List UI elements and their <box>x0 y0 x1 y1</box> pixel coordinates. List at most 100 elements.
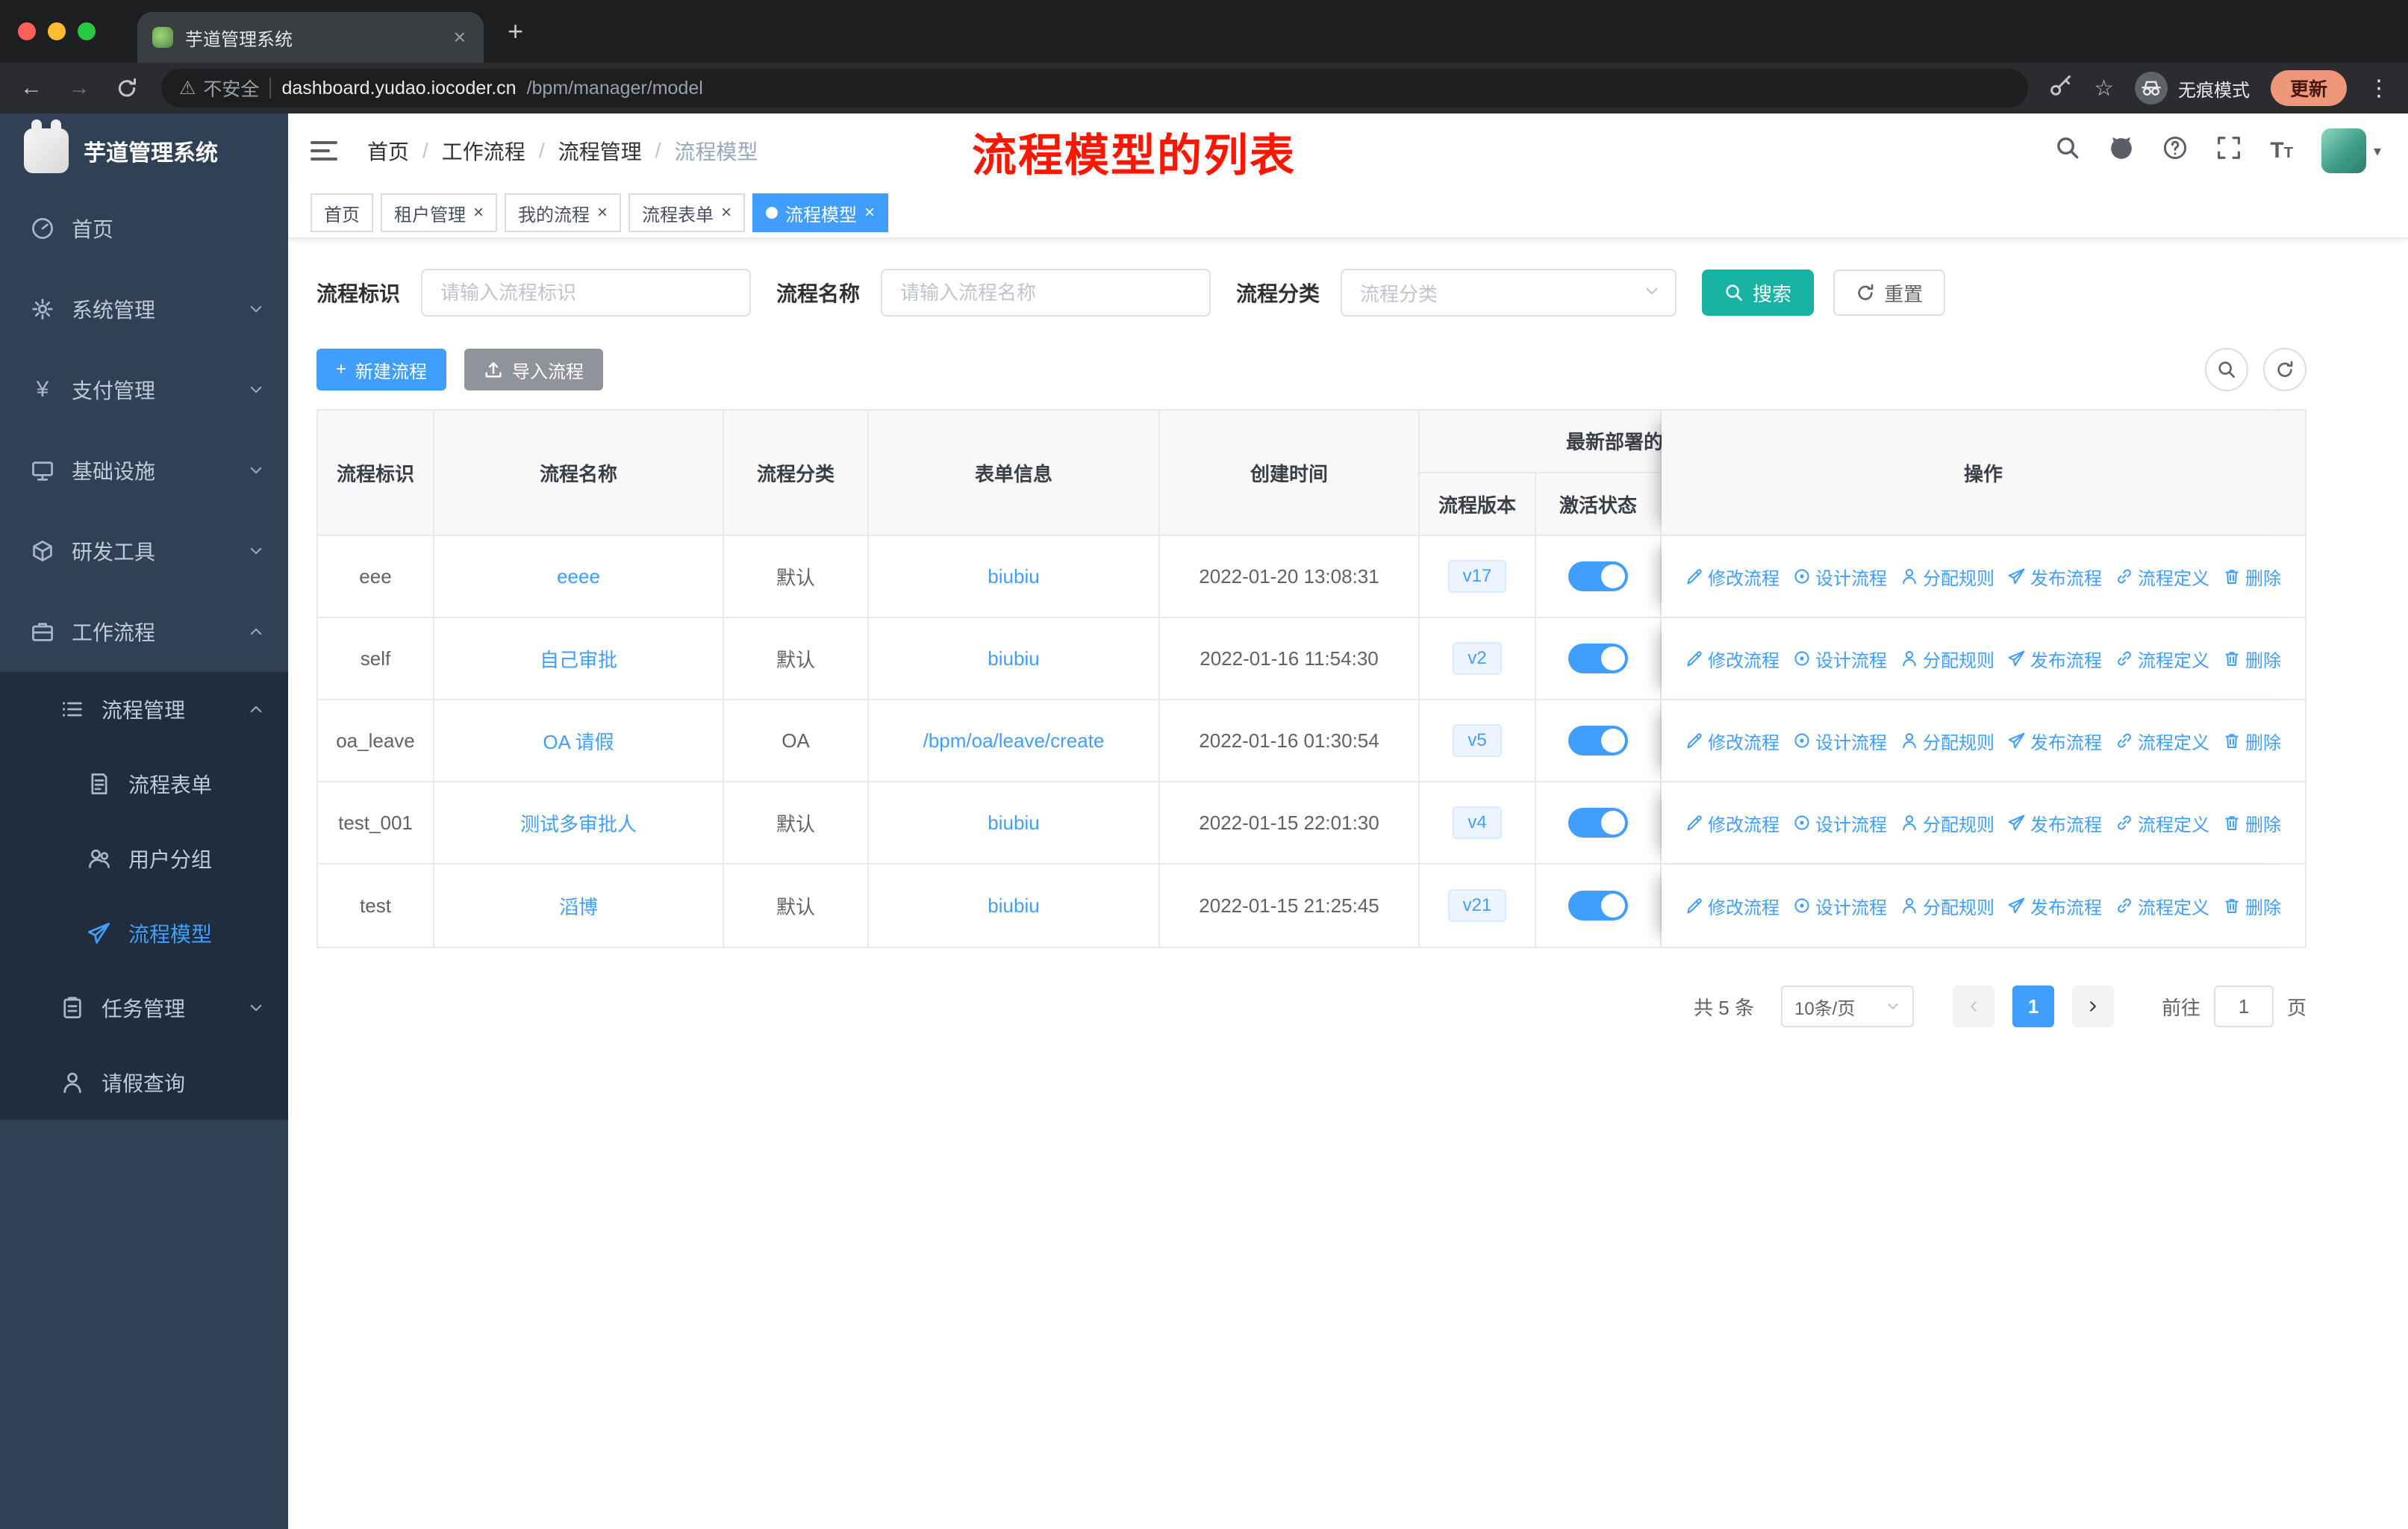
tag-home[interactable]: 首页 <box>311 193 373 232</box>
goto-page-input[interactable] <box>2213 985 2274 1027</box>
action-delete[interactable]: 删除 <box>2223 564 2281 590</box>
active-toggle[interactable] <box>1568 808 1628 838</box>
action-edit-process[interactable]: 修改流程 <box>1685 646 1780 672</box>
zoom-window-button[interactable] <box>78 22 96 40</box>
help-icon[interactable] <box>2162 135 2188 166</box>
action-design-process[interactable]: 设计流程 <box>1793 810 1887 836</box>
breadcrumb-home[interactable]: 首页 <box>367 136 409 166</box>
action-process-definition[interactable]: 流程定义 <box>2115 564 2209 590</box>
action-delete[interactable]: 删除 <box>2223 893 2281 919</box>
tag-tenant-manage[interactable]: 租户管理 × <box>381 193 498 232</box>
action-process-definition[interactable]: 流程定义 <box>2115 810 2209 836</box>
tag-process-model[interactable]: 流程模型 × <box>752 193 889 232</box>
page-size-select[interactable]: 10条/页 <box>1780 985 1914 1027</box>
action-publish-process[interactable]: 发布流程 <box>2008 810 2102 836</box>
fullscreen-icon[interactable] <box>2216 135 2242 166</box>
active-toggle[interactable] <box>1568 644 1628 673</box>
action-delete[interactable]: 删除 <box>2223 810 2281 836</box>
browser-tab[interactable]: 芋道管理系统 × <box>137 12 484 63</box>
toggle-search-button[interactable] <box>2205 348 2248 391</box>
browser-menu-icon[interactable]: ⋮ <box>2368 75 2390 102</box>
action-delete[interactable]: 删除 <box>2223 646 2281 672</box>
sidebar-item-home[interactable]: 首页 <box>0 188 288 269</box>
action-design-process[interactable]: 设计流程 <box>1793 893 1887 919</box>
action-edit-process[interactable]: 修改流程 <box>1685 893 1780 919</box>
action-process-definition[interactable]: 流程定义 <box>2115 893 2209 919</box>
category-select[interactable]: 流程分类 <box>1341 269 1677 317</box>
action-assign-rule[interactable]: 分配规则 <box>1900 564 1994 590</box>
action-publish-process[interactable]: 发布流程 <box>2008 893 2102 919</box>
form-info-link[interactable]: biubiu <box>988 565 1039 588</box>
action-design-process[interactable]: 设计流程 <box>1793 564 1887 590</box>
action-process-definition[interactable]: 流程定义 <box>2115 646 2209 672</box>
tag-process-form[interactable]: 流程表单 × <box>628 193 746 232</box>
password-key-icon[interactable] <box>2049 73 2073 103</box>
active-toggle[interactable] <box>1568 726 1628 756</box>
url-bar[interactable]: ⚠ 不安全 dashboard.yudao.iocoder.cn/bpm/man… <box>161 69 2029 108</box>
reload-button[interactable] <box>113 77 140 99</box>
minimize-window-button[interactable] <box>48 22 66 40</box>
process-name-link[interactable]: eeee <box>557 565 600 588</box>
prev-page-button[interactable] <box>1952 985 1994 1027</box>
action-assign-rule[interactable]: 分配规则 <box>1900 646 1994 672</box>
next-page-button[interactable] <box>2071 985 2114 1027</box>
action-delete[interactable]: 删除 <box>2223 728 2281 754</box>
action-assign-rule[interactable]: 分配规则 <box>1900 893 1994 919</box>
user-menu[interactable]: ▾ <box>2321 128 2381 173</box>
sidebar-item-devtools[interactable]: 研发工具 <box>0 511 288 591</box>
action-edit-process[interactable]: 修改流程 <box>1685 810 1780 836</box>
page-number-1[interactable]: 1 <box>2012 985 2054 1027</box>
action-publish-process[interactable]: 发布流程 <box>2008 564 2102 590</box>
action-assign-rule[interactable]: 分配规则 <box>1900 810 1994 836</box>
close-icon[interactable]: × <box>721 204 732 222</box>
refresh-table-button[interactable] <box>2263 348 2306 391</box>
action-assign-rule[interactable]: 分配规则 <box>1900 728 1994 754</box>
github-icon[interactable] <box>2109 135 2134 166</box>
sidebar-item-process-manage[interactable]: 流程管理 <box>0 672 288 747</box>
active-toggle[interactable] <box>1568 891 1628 921</box>
breadcrumb-process-manage[interactable]: 流程管理 <box>558 136 642 166</box>
action-publish-process[interactable]: 发布流程 <box>2008 728 2102 754</box>
form-info-link[interactable]: /bpm/oa/leave/create <box>923 729 1105 752</box>
process-name-link[interactable]: 测试多审批人 <box>520 813 637 835</box>
bookmark-star-icon[interactable]: ☆ <box>2094 75 2114 102</box>
search-icon[interactable] <box>2055 135 2080 166</box>
action-design-process[interactable]: 设计流程 <box>1793 646 1887 672</box>
process-name-link[interactable]: 自己审批 <box>540 649 617 671</box>
close-icon[interactable]: × <box>597 204 608 222</box>
back-button[interactable]: ← <box>18 75 45 101</box>
close-window-button[interactable] <box>18 22 36 40</box>
action-publish-process[interactable]: 发布流程 <box>2008 646 2102 672</box>
sidebar-item-leave-query[interactable]: 请假查询 <box>0 1045 288 1120</box>
process-id-input[interactable] <box>421 269 752 317</box>
forward-button[interactable]: → <box>66 75 93 101</box>
search-button[interactable]: 搜索 <box>1702 270 1815 316</box>
sidebar-item-user-group[interactable]: 用户分组 <box>0 821 288 896</box>
form-info-link[interactable]: biubiu <box>988 894 1039 917</box>
new-tab-button[interactable]: + <box>508 16 523 47</box>
reset-button[interactable]: 重置 <box>1833 270 1946 316</box>
sidebar-item-infrastructure[interactable]: 基础设施 <box>0 430 288 511</box>
form-info-link[interactable]: biubiu <box>988 812 1039 834</box>
breadcrumb-workflow[interactable]: 工作流程 <box>442 136 525 166</box>
sidebar-item-process-form[interactable]: 流程表单 <box>0 747 288 821</box>
process-name-link[interactable]: OA 请假 <box>543 731 614 753</box>
tag-my-process[interactable]: 我的流程 × <box>505 193 622 232</box>
close-icon[interactable]: × <box>864 204 875 222</box>
process-name-input[interactable] <box>881 269 1211 317</box>
sidebar-item-task-manage[interactable]: 任务管理 <box>0 971 288 1045</box>
update-button[interactable]: 更新 <box>2270 70 2347 106</box>
create-process-button[interactable]: + 新建流程 <box>316 349 447 390</box>
close-icon[interactable]: × <box>473 204 484 222</box>
action-design-process[interactable]: 设计流程 <box>1793 728 1887 754</box>
sidebar-item-process-model[interactable]: 流程模型 <box>0 896 288 971</box>
process-name-link[interactable]: 滔博 <box>559 896 598 918</box>
action-process-definition[interactable]: 流程定义 <box>2115 728 2209 754</box>
active-toggle[interactable] <box>1568 561 1628 591</box>
tab-close-icon[interactable]: × <box>451 25 469 49</box>
sidebar-item-system[interactable]: 系统管理 <box>0 269 288 349</box>
sidebar-item-payment[interactable]: ¥ 支付管理 <box>0 349 288 430</box>
action-edit-process[interactable]: 修改流程 <box>1685 564 1780 590</box>
sidebar-item-workflow[interactable]: 工作流程 <box>0 591 288 672</box>
action-edit-process[interactable]: 修改流程 <box>1685 728 1780 754</box>
